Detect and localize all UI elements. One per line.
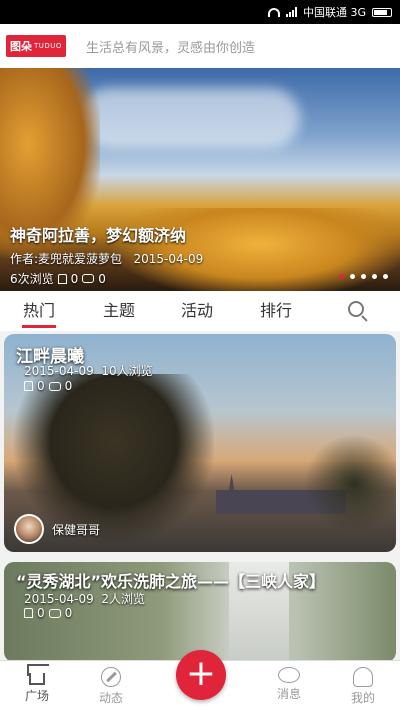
nav-discover[interactable]: 动态 xyxy=(86,667,136,706)
nav-discover-label: 动态 xyxy=(98,691,123,705)
card-meta: 2015-04-09 10人浏览 xyxy=(24,362,153,379)
nav-home[interactable]: 广场 xyxy=(12,664,62,704)
tab-hot[interactable]: 热门 xyxy=(18,291,60,331)
compass-icon xyxy=(101,667,121,687)
like-icon xyxy=(24,608,33,618)
wifi-icon xyxy=(267,7,280,17)
banner-image-cloud xyxy=(80,88,300,148)
slogan: 生活总有风景，灵感由你创造 xyxy=(85,40,255,56)
card-title: “灵秀湖北”欢乐洗肺之旅——【三峡人家】 xyxy=(16,572,326,591)
featured-banner[interactable]: 神奇阿拉善，梦幻额济纳 作者:麦兜就爱菠萝包 2015-04-09 6次浏览 0… xyxy=(0,68,400,291)
carousel-dot[interactable] xyxy=(339,274,344,279)
logo-text-cn: 图朵 xyxy=(10,40,32,53)
add-post-button[interactable]: + xyxy=(176,650,226,700)
carrier-label: 中国联通 3G xyxy=(302,6,366,19)
nav-me[interactable]: 我的 xyxy=(338,667,388,706)
banner-comments: 0 xyxy=(98,271,106,286)
banner-views: 6次浏览 xyxy=(10,272,54,286)
banner-author-line: 作者:麦兜就爱菠萝包 2015-04-09 xyxy=(10,250,203,267)
app-header: 图朵 TUDUO 生活总有风景，灵感由你创造 xyxy=(0,24,400,68)
app-logo: 图朵 TUDUO xyxy=(6,35,66,57)
carousel-dot[interactable] xyxy=(383,274,388,279)
like-icon xyxy=(57,273,67,284)
nav-messages-label: 消息 xyxy=(276,687,301,701)
tab-ranking[interactable]: 排行 xyxy=(255,291,297,331)
banner-author-label: 作者: xyxy=(10,252,39,266)
search-icon[interactable] xyxy=(348,301,364,317)
card-stats: 0 0 xyxy=(24,379,72,393)
status-bar: 中国联通 3G xyxy=(0,0,400,24)
card-likes: 0 xyxy=(37,606,45,620)
card-meta: 2015-04-09 2人浏览 xyxy=(24,590,145,607)
banner-likes: 0 xyxy=(70,271,79,286)
tab-topics[interactable]: 主题 xyxy=(98,291,140,331)
carousel-dot[interactable] xyxy=(372,274,377,279)
card-date: 2015-04-09 xyxy=(24,364,94,378)
nav-messages[interactable]: 消息 xyxy=(264,667,314,702)
nav-home-label: 广场 xyxy=(24,689,49,703)
signal-icon xyxy=(285,7,297,17)
nav-me-label: 我的 xyxy=(350,691,375,705)
banner-info: 神奇阿拉善，梦幻额济纳 作者:麦兜就爱菠萝包 2015-04-09 6次浏览 0… xyxy=(10,222,203,287)
card-comments: 0 xyxy=(64,606,73,620)
message-icon xyxy=(278,667,300,683)
avatar[interactable] xyxy=(14,514,44,544)
card-image-tree-right xyxy=(304,434,396,534)
banner-title: 神奇阿拉善，梦幻额济纳 xyxy=(10,226,187,245)
comment-icon xyxy=(48,608,61,618)
card-date: 2015-04-09 xyxy=(24,592,94,606)
post-card[interactable]: 江畔晨曦 2015-04-09 10人浏览 0 0 保健哥哥 xyxy=(4,334,396,552)
carousel-dot[interactable] xyxy=(350,274,355,279)
banner-author: 麦兜就爱菠萝包 xyxy=(38,252,123,266)
card-comments: 0 xyxy=(64,379,73,393)
card-author-name: 保健哥哥 xyxy=(52,522,101,537)
logo-text-en: TUDUO xyxy=(34,42,62,50)
comment-icon xyxy=(82,274,95,283)
tab-events[interactable]: 活动 xyxy=(176,291,218,331)
card-views: 2人浏览 xyxy=(101,592,146,606)
battery-icon xyxy=(372,7,392,17)
home-icon xyxy=(27,664,49,685)
card-likes: 0 xyxy=(37,379,45,393)
user-icon xyxy=(353,667,373,687)
banner-date: 2015-04-09 xyxy=(133,252,204,266)
card-author[interactable]: 保健哥哥 xyxy=(14,514,100,544)
comment-icon xyxy=(48,381,61,391)
like-icon xyxy=(24,381,33,391)
card-views: 10人浏览 xyxy=(101,364,153,378)
carousel-dot[interactable] xyxy=(361,274,366,279)
category-tabs: 热门 主题 活动 排行 xyxy=(0,291,400,331)
carousel-dots xyxy=(339,274,388,279)
post-card[interactable]: “灵秀湖北”欢乐洗肺之旅——【三峡人家】 2015-04-09 2人浏览 0 0 xyxy=(4,562,396,662)
banner-stats: 6次浏览 0 0 xyxy=(10,270,203,287)
card-stats: 0 0 xyxy=(24,606,72,620)
